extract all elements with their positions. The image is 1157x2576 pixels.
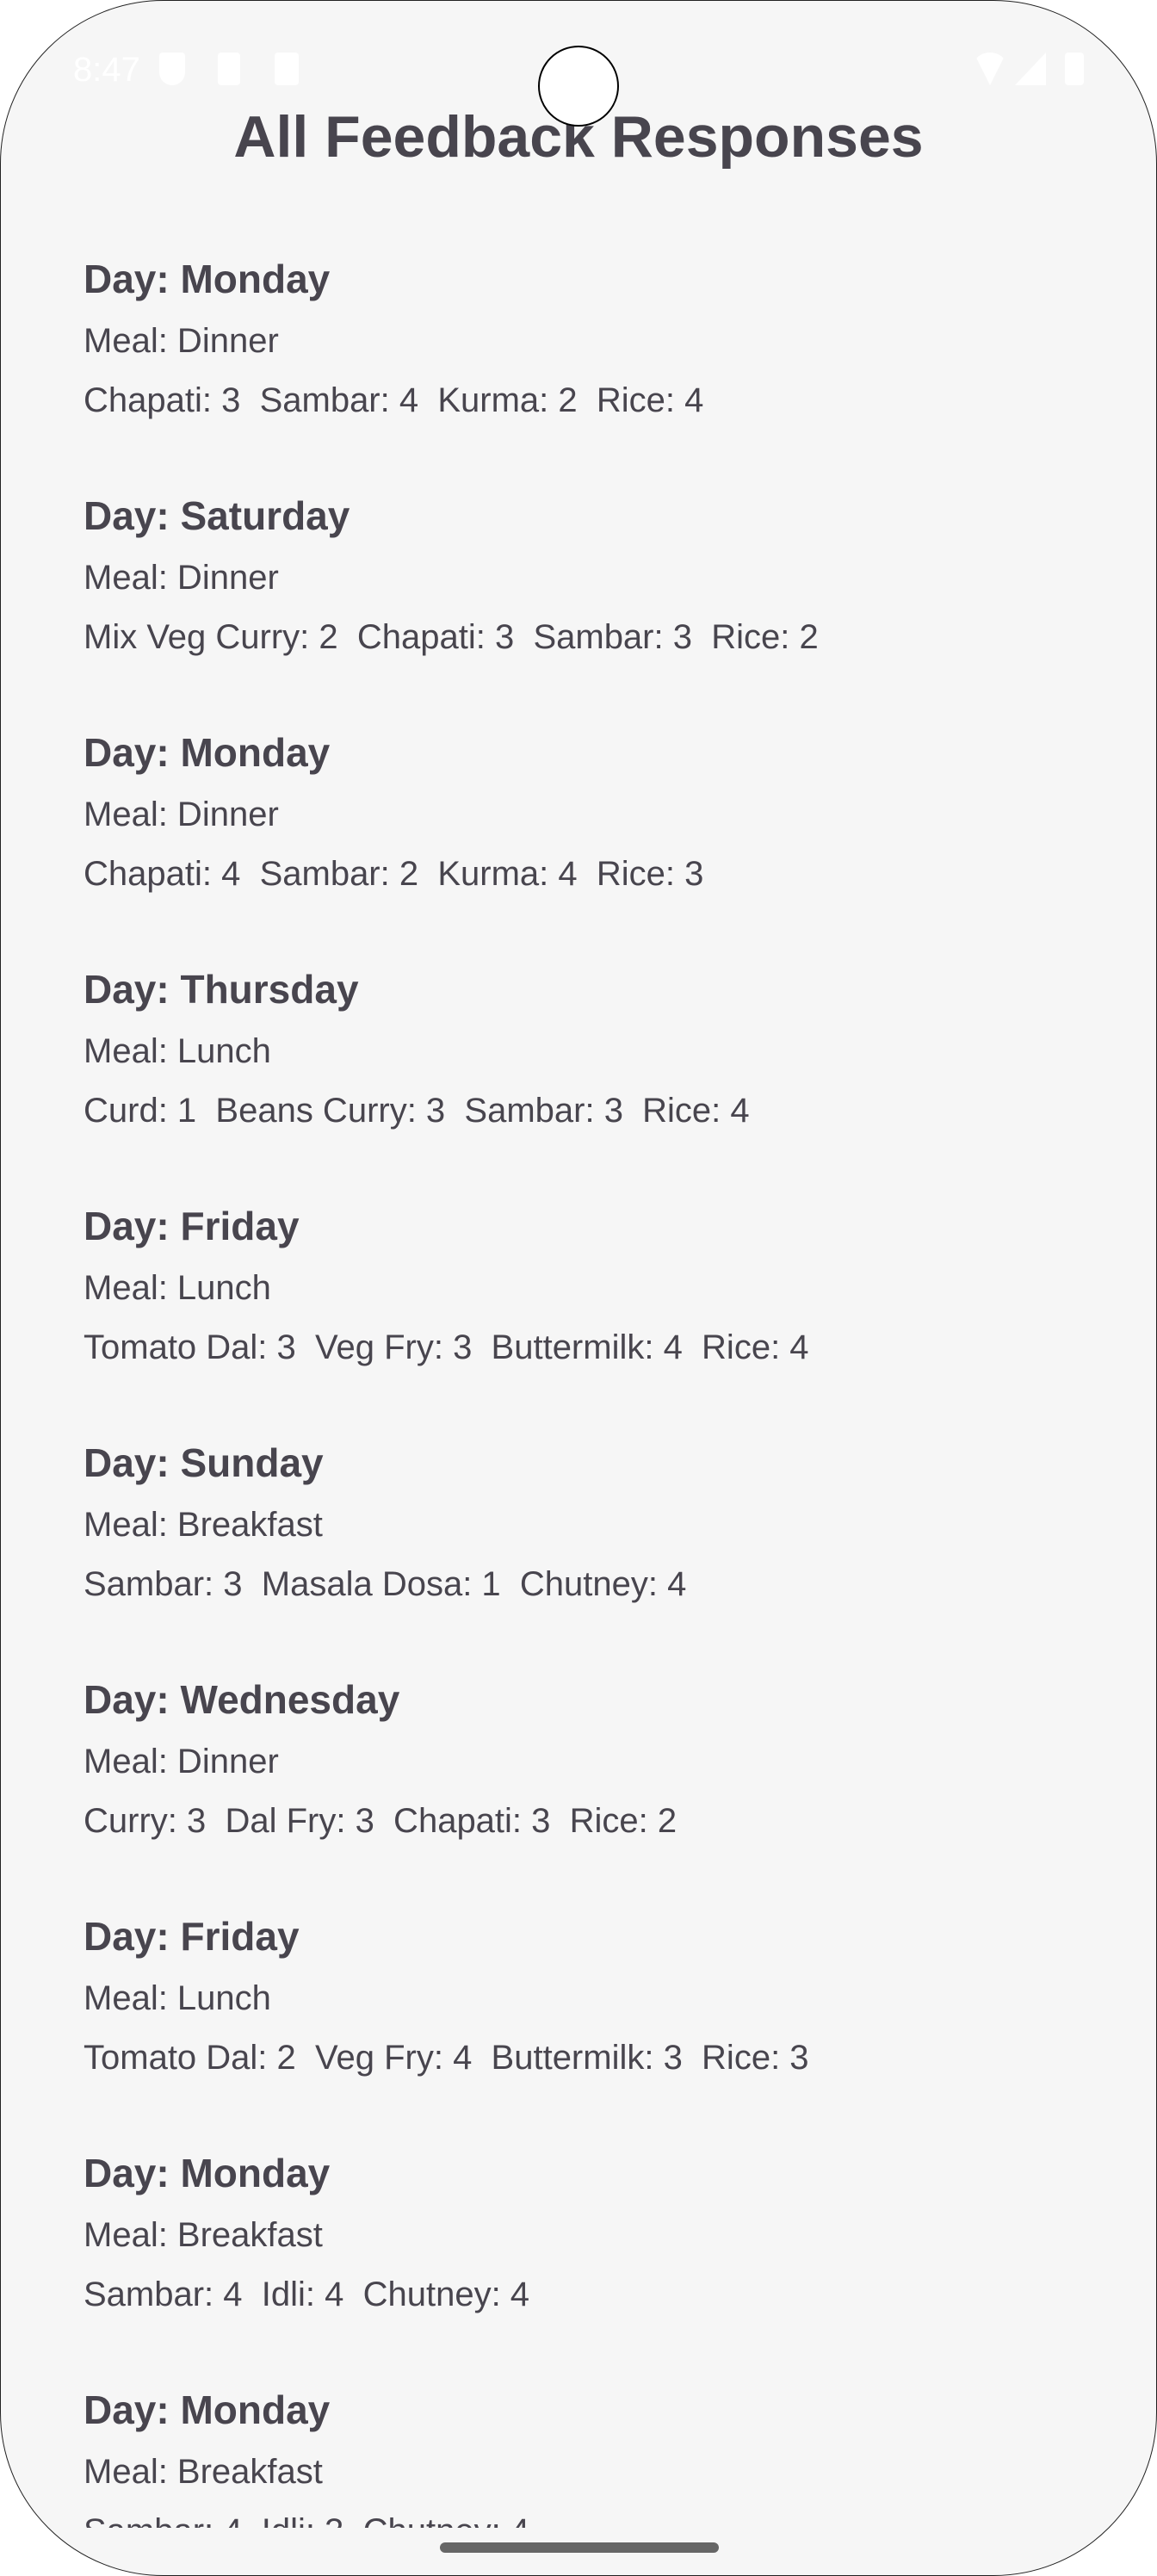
meal-label: Meal: Dinner xyxy=(84,796,279,833)
feedback-entry: Day: Sunday Meal: Breakfast Sambar: 3 Masa… xyxy=(84,1437,1073,1674)
ratings-text: Curd: 1 Beans Curry: 3 Sambar: 3 Rice: 4 xyxy=(84,1092,750,1130)
day-label: Day: Friday xyxy=(84,1204,300,1248)
ratings-text: Tomato Dal: 3 Veg Fry: 3 Buttermilk: 4 R… xyxy=(84,1328,809,1366)
meal-label: Meal: Breakfast xyxy=(84,1506,323,1544)
meal-label: Meal: Lunch xyxy=(84,1979,271,2017)
day-label: Day: Friday xyxy=(84,1914,300,1959)
day-label: Day: Saturday xyxy=(84,493,350,538)
phone-screen: 8:47 All Feedback Responses Day: Monday M… xyxy=(0,0,1157,2576)
ratings-text: Mix Veg Curry: 2 Chapati: 3 Sambar: 3 Ri… xyxy=(84,618,819,656)
day-label: Day: Monday xyxy=(84,730,331,775)
ratings-text: Curry: 3 Dal Fry: 3 Chapati: 3 Rice: 2 xyxy=(84,1802,677,1840)
day-label: Day: Wednesday xyxy=(84,1677,400,1722)
day-label: Day: Sunday xyxy=(84,1440,324,1485)
day-label: Day: Monday xyxy=(84,257,331,301)
feedback-entry: Day: Friday Meal: Lunch Tomato Dal: 3 Veg … xyxy=(84,1200,1073,1437)
feedback-entry: Day: Thursday Meal: Lunch Curd: 1 Beans Cu… xyxy=(84,963,1073,1200)
meal-label: Meal: Breakfast xyxy=(84,2216,323,2254)
feedback-entry: Day: Monday Meal: Dinner Chapati: 4 Sambar… xyxy=(84,727,1073,963)
ratings-text: Tomato Dal: 2 Veg Fry: 4 Buttermilk: 3 R… xyxy=(84,2039,809,2077)
day-label: Day: Thursday xyxy=(84,967,359,1012)
feedback-entry: Day: Monday Meal: Dinner Chapati: 3 Sambar… xyxy=(84,253,1073,490)
ratings-text: Chapati: 3 Sambar: 4 Kurma: 2 Rice: 4 xyxy=(84,381,704,419)
meal-label: Meal: Dinner xyxy=(84,559,279,597)
meal-label: Meal: Lunch xyxy=(84,1032,271,1070)
camera-cutout xyxy=(538,46,619,127)
meal-label: Meal: Dinner xyxy=(84,1743,279,1780)
meal-label: Meal: Lunch xyxy=(84,1269,271,1307)
day-label: Day: Monday xyxy=(84,2387,331,2432)
ratings-text: Chapati: 4 Sambar: 2 Kurma: 4 Rice: 3 xyxy=(84,855,704,893)
feedback-entry: Day: Wednesday Meal: Dinner Curry: 3 Dal F… xyxy=(84,1674,1073,1910)
feedback-entry: Day: Friday Meal: Lunch Tomato Dal: 2 Veg … xyxy=(84,1910,1073,2147)
feedback-entry: Day: Saturday Meal: Dinner Mix Veg Curry: … xyxy=(84,490,1073,727)
day-label: Day: Monday xyxy=(84,2151,331,2195)
feedback-entry: Day: Monday Meal: Breakfast Sambar: 4 Idli… xyxy=(84,2147,1073,2384)
meal-label: Meal: Dinner xyxy=(84,322,279,360)
ratings-text: Sambar: 4 Idli: 3 Chutney: 4 xyxy=(84,2505,1073,2528)
meal-label: Meal: Breakfast xyxy=(84,2453,323,2491)
ratings-text: Sambar: 3 Masala Dosa: 1 Chutney: 4 xyxy=(84,1565,687,1603)
ratings-text: Sambar: 4 Idli: 4 Chutney: 4 xyxy=(84,2276,530,2313)
home-indicator[interactable] xyxy=(440,2542,719,2553)
feedback-entry: Day: Monday Meal: Breakfast Sambar: 4 Idli… xyxy=(84,2384,1073,2528)
feedback-list[interactable]: Day: Monday Meal: Dinner Chapati: 3 Sambar… xyxy=(1,1,1156,2528)
